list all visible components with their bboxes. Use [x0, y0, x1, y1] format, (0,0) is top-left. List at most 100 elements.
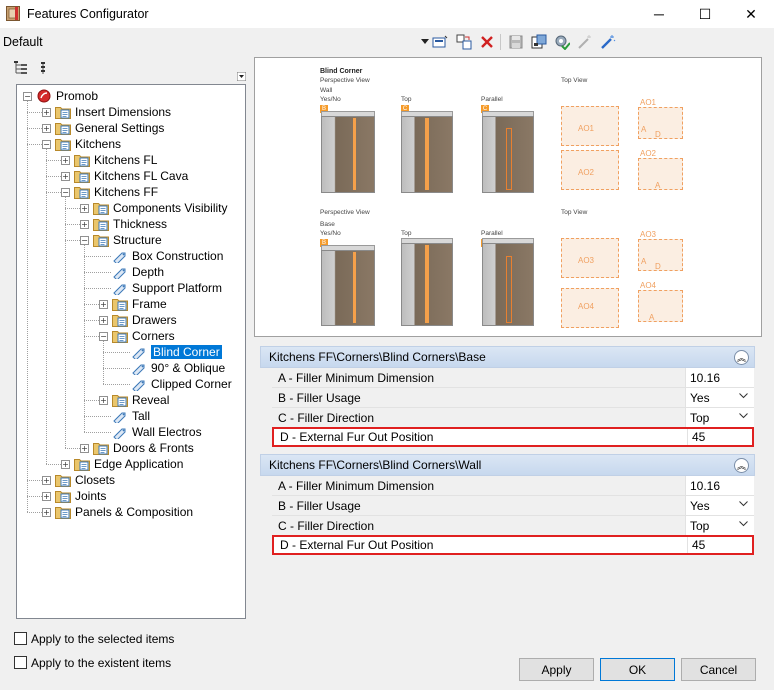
expand-icon[interactable]: +: [99, 395, 108, 405]
apply-existent-label: Apply to the existent items: [31, 656, 172, 670]
tree-item[interactable]: − Corners: [99, 328, 175, 344]
minimize-button[interactable]: ─: [636, 0, 682, 28]
property-dropdown[interactable]: Yes: [686, 496, 754, 515]
tree-connector: [84, 336, 99, 337]
tree-item[interactable]: − Structure: [80, 232, 162, 248]
delete-icon[interactable]: [478, 33, 496, 51]
wand-disabled-icon[interactable]: [576, 33, 594, 51]
collapse-icon[interactable]: −: [42, 139, 51, 149]
settings-check-icon[interactable]: [553, 33, 571, 51]
tree-item[interactable]: + Kitchens FL: [61, 152, 157, 168]
edit-profile-icon[interactable]: [431, 33, 449, 51]
collapse-icon[interactable]: −: [80, 235, 89, 245]
tree-item[interactable]: Blind Corner: [118, 344, 222, 360]
close-button[interactable]: ✕: [728, 0, 774, 28]
tree-item[interactable]: + Edge Application: [61, 456, 183, 472]
wand-icon[interactable]: [599, 33, 617, 51]
section-header-base[interactable]: Kitchens FF\Corners\Blind Corners\Base ︽: [260, 346, 755, 368]
ok-button[interactable]: OK: [600, 658, 675, 681]
tree-item[interactable]: + Reveal: [99, 392, 169, 408]
preview-parallel-label: Parallel: [481, 96, 503, 103]
property-row[interactable]: D - External Fur Out Position 45: [272, 427, 754, 447]
tree-item[interactable]: + Kitchens FL Cava: [61, 168, 188, 184]
feature-tag-icon: [111, 281, 128, 295]
apply-button[interactable]: Apply: [519, 658, 594, 681]
property-row[interactable]: C - Filler Direction Top: [272, 408, 754, 428]
expand-icon[interactable]: +: [61, 155, 70, 165]
cabinet-wall-1: [321, 116, 375, 193]
collapse-icon[interactable]: ︽: [734, 458, 749, 473]
tree-item[interactable]: + Closets: [42, 472, 115, 488]
property-input[interactable]: 45: [688, 429, 752, 445]
preview-yesno-label-2: Yes/No: [320, 230, 341, 237]
expand-icon[interactable]: +: [42, 123, 51, 133]
tree-item[interactable]: + Panels & Composition: [42, 504, 193, 520]
expand-icon[interactable]: +: [61, 171, 70, 181]
apply-existent-checkbox[interactable]: [14, 656, 27, 669]
chevron-down-icon[interactable]: [739, 391, 748, 402]
folder-icon: [92, 233, 109, 247]
tree-item[interactable]: + Doors & Fronts: [80, 440, 194, 456]
expand-icon[interactable]: +: [99, 299, 108, 309]
tree-item[interactable]: + Components Visibility: [80, 200, 228, 216]
tree-item[interactable]: + General Settings: [42, 120, 164, 136]
tree-item[interactable]: − Kitchens: [42, 136, 121, 152]
tree-connector: [103, 341, 104, 384]
expand-icon[interactable]: +: [61, 459, 70, 469]
export-icon[interactable]: [530, 33, 548, 51]
section-header-wall[interactable]: Kitchens FF\Corners\Blind Corners\Wall ︽: [260, 454, 755, 476]
tree-item[interactable]: Tall: [99, 408, 150, 424]
promob-logo-icon: [35, 89, 52, 103]
tree-item[interactable]: Depth: [99, 264, 164, 280]
collapse-icon[interactable]: −: [99, 331, 108, 341]
tree-item[interactable]: − Kitchens FF: [61, 184, 158, 200]
tree-item[interactable]: Support Platform: [99, 280, 222, 296]
expand-icon[interactable]: +: [42, 507, 51, 517]
expand-icon[interactable]: +: [42, 491, 51, 501]
tree-item[interactable]: + Thickness: [80, 216, 167, 232]
property-row[interactable]: A - Filler Minimum Dimension 10.16: [272, 476, 754, 496]
expand-all-icon[interactable]: [13, 60, 31, 78]
expand-icon[interactable]: +: [99, 315, 108, 325]
collapse-all-icon[interactable]: [37, 60, 55, 78]
feature-tree[interactable]: − Promob + Insert Dimensions + General Settin…: [16, 84, 246, 619]
expand-icon[interactable]: +: [42, 107, 51, 117]
tree-item[interactable]: Box Construction: [99, 248, 223, 264]
property-dropdown[interactable]: Top: [686, 408, 754, 427]
property-input[interactable]: 10.16: [686, 476, 754, 495]
apply-selected-checkbox[interactable]: [14, 632, 27, 645]
save-icon[interactable]: [507, 33, 525, 51]
expand-icon[interactable]: +: [42, 475, 51, 485]
property-row[interactable]: A - Filler Minimum Dimension 10.16: [272, 368, 754, 388]
tree-item[interactable]: Clipped Corner: [118, 376, 232, 392]
property-input[interactable]: 45: [688, 537, 752, 553]
tree-menu-icon[interactable]: [236, 70, 247, 82]
tree-item[interactable]: 90° & Oblique: [118, 360, 225, 376]
property-input[interactable]: 10.16: [686, 368, 754, 387]
chevron-down-icon[interactable]: [739, 499, 748, 510]
maximize-button[interactable]: ☐: [682, 0, 728, 28]
chevron-down-icon[interactable]: [739, 411, 748, 422]
chevron-down-icon[interactable]: [739, 519, 748, 530]
property-row[interactable]: D - External Fur Out Position 45: [272, 535, 754, 555]
folder-icon: [54, 505, 71, 519]
copy-profile-icon[interactable]: [455, 33, 473, 51]
cancel-button[interactable]: Cancel: [681, 658, 756, 681]
tree-item[interactable]: + Drawers: [99, 312, 177, 328]
property-row[interactable]: C - Filler Direction Top: [272, 516, 754, 536]
collapse-icon[interactable]: −: [23, 91, 32, 101]
property-dropdown[interactable]: Yes: [686, 388, 754, 407]
property-row[interactable]: B - Filler Usage Yes: [272, 388, 754, 408]
expand-icon[interactable]: +: [80, 219, 89, 229]
tree-item[interactable]: − Promob: [23, 88, 98, 104]
tree-item[interactable]: + Frame: [99, 296, 167, 312]
tree-item[interactable]: + Joints: [42, 488, 106, 504]
tree-item[interactable]: Wall Electros: [99, 424, 202, 440]
property-dropdown[interactable]: Top: [686, 516, 754, 535]
tree-item[interactable]: + Insert Dimensions: [42, 104, 171, 120]
property-row[interactable]: B - Filler Usage Yes: [272, 496, 754, 516]
expand-icon[interactable]: +: [80, 443, 89, 453]
collapse-icon[interactable]: ︽: [734, 350, 749, 365]
collapse-icon[interactable]: −: [61, 187, 70, 197]
expand-icon[interactable]: +: [80, 203, 89, 213]
